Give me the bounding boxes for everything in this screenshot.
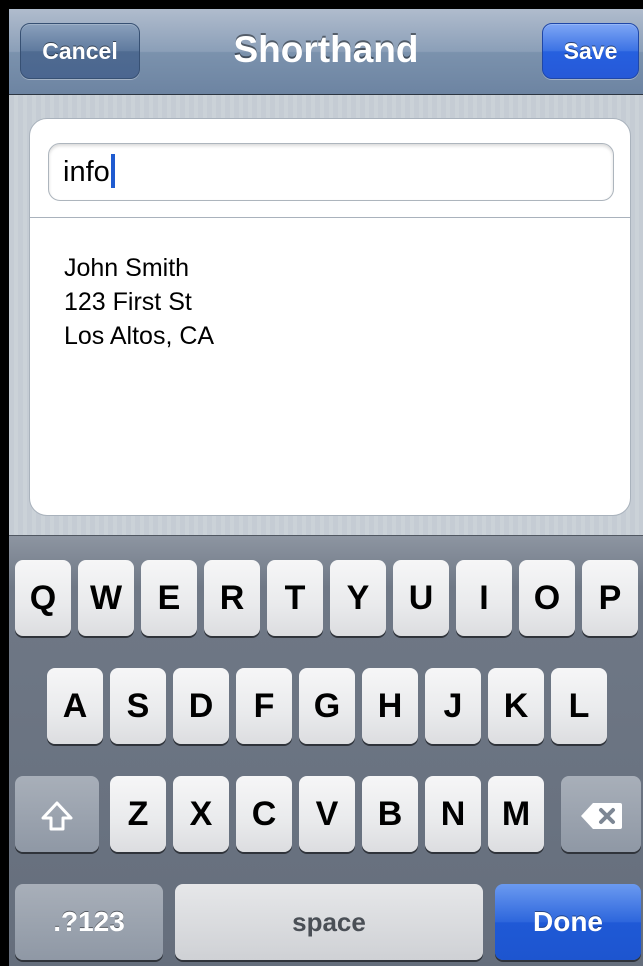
key-d[interactable]: D	[173, 668, 229, 744]
key-s[interactable]: S	[110, 668, 166, 744]
screen: Cancel Shorthand Save info John Smith 12…	[9, 9, 643, 966]
key-h[interactable]: H	[362, 668, 418, 744]
shift-key[interactable]	[15, 776, 99, 852]
navigation-bar: Cancel Shorthand Save	[9, 9, 643, 95]
key-q[interactable]: Q	[15, 560, 71, 636]
key-i[interactable]: I	[456, 560, 512, 636]
key-k[interactable]: K	[488, 668, 544, 744]
space-key[interactable]: space	[175, 884, 483, 960]
key-n[interactable]: N	[425, 776, 481, 852]
key-p[interactable]: P	[582, 560, 638, 636]
numbers-key[interactable]: .?123	[15, 884, 163, 960]
key-f[interactable]: F	[236, 668, 292, 744]
shorthand-input-value: info	[63, 156, 110, 188]
backspace-icon	[581, 803, 622, 830]
key-z[interactable]: Z	[110, 776, 166, 852]
shorthand-card: info John Smith 123 First St Los Altos, …	[29, 118, 631, 516]
key-c[interactable]: C	[236, 776, 292, 852]
card-divider	[30, 217, 630, 218]
key-j[interactable]: J	[425, 668, 481, 744]
key-e[interactable]: E	[141, 560, 197, 636]
expansion-text-area[interactable]: John Smith 123 First St Los Altos, CA	[64, 251, 214, 353]
key-t[interactable]: T	[267, 560, 323, 636]
keyboard: Q W E R T Y U I O P A S D F G H J K L Z …	[9, 535, 643, 966]
key-l[interactable]: L	[551, 668, 607, 744]
key-r[interactable]: R	[204, 560, 260, 636]
key-w[interactable]: W	[78, 560, 134, 636]
expansion-line: 123 First St	[64, 288, 192, 316]
shift-arrow-icon	[41, 801, 73, 831]
key-o[interactable]: O	[519, 560, 575, 636]
key-u[interactable]: U	[393, 560, 449, 636]
expansion-line: Los Altos, CA	[64, 322, 215, 350]
key-a[interactable]: A	[47, 668, 103, 744]
backspace-key[interactable]	[561, 776, 641, 852]
expansion-line: John Smith	[64, 254, 190, 282]
done-key[interactable]: Done	[495, 884, 641, 960]
key-x[interactable]: X	[173, 776, 229, 852]
shorthand-input[interactable]: info	[48, 143, 614, 201]
key-b[interactable]: B	[362, 776, 418, 852]
save-button[interactable]: Save	[542, 23, 639, 79]
key-g[interactable]: G	[299, 668, 355, 744]
key-m[interactable]: M	[488, 776, 544, 852]
key-v[interactable]: V	[299, 776, 355, 852]
text-caret	[110, 154, 115, 189]
key-y[interactable]: Y	[330, 560, 386, 636]
